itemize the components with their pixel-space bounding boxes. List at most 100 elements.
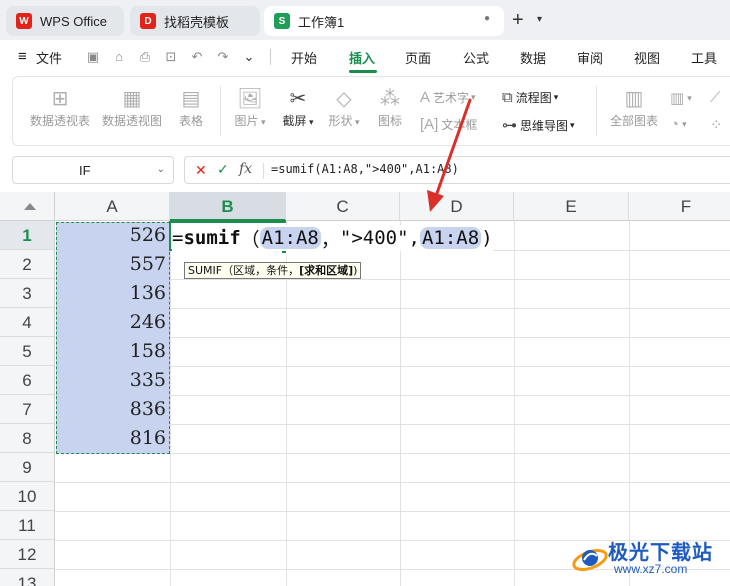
formula-divider <box>263 163 264 179</box>
pivot-chart-label: 数据透视图 <box>101 114 162 128</box>
column-header-f[interactable]: F <box>629 192 730 221</box>
shape-button[interactable]: ◇ 形状 ▾ <box>324 86 364 129</box>
chevron-down-icon: ▾ <box>687 92 692 103</box>
save-icon[interactable]: ▣ <box>84 48 102 66</box>
scatter-chart-icon: ⁘ <box>710 117 723 134</box>
pivot-table-button[interactable]: ⊞ 数据透视表 <box>28 86 92 129</box>
row-header[interactable]: 1 <box>0 221 55 250</box>
screenshot-button[interactable]: ✂ 截屏 ▾ <box>276 86 320 129</box>
pie-chart-icon: ◔ <box>670 116 680 133</box>
picture-icon: 🖼 <box>237 88 263 110</box>
share-icon[interactable]: ⌂ <box>110 48 128 66</box>
spreadsheet-grid[interactable]: A B C D E F 1 2 3 4 5 6 7 8 9 10 11 12 1… <box>0 192 730 586</box>
chevron-down-icon: ▾ <box>570 119 575 130</box>
chevron-down-icon[interactable]: ⌄ <box>240 48 258 66</box>
menu-divider <box>270 49 271 65</box>
insert-function-icon[interactable]: fx <box>239 161 252 177</box>
file-menu[interactable]: 文件 <box>36 48 62 67</box>
picture-button[interactable]: 🖼 图片 ▾ <box>230 86 270 129</box>
row-header[interactable]: 2 <box>0 250 55 279</box>
row-header[interactable]: 9 <box>0 453 55 482</box>
row-header[interactable]: 11 <box>0 511 55 540</box>
tab-wps-office[interactable]: W WPS Office <box>6 6 124 36</box>
grid-line <box>514 221 515 586</box>
cell-a8[interactable]: 816 <box>56 427 166 449</box>
print-preview-icon[interactable]: ⊡ <box>162 48 180 66</box>
pivot-chart-button[interactable]: ▦ 数据透视图 <box>100 86 164 129</box>
cell-a7[interactable]: 836 <box>56 398 166 420</box>
pie-chart-button[interactable]: ◔ ▾ <box>670 116 687 133</box>
tab-label: WPS Office <box>40 13 107 29</box>
chevron-down-icon: ▾ <box>258 117 266 127</box>
menu-tools[interactable]: 工具 <box>691 48 717 67</box>
hamburger-icon[interactable]: ≡ <box>18 48 27 65</box>
column-header-a[interactable]: A <box>55 192 170 221</box>
chevron-down-icon: ▾ <box>306 117 314 127</box>
row-header[interactable]: 7 <box>0 395 55 424</box>
formula-sum-range-ref: A1:A8 <box>419 227 482 249</box>
mindmap-label: 思维导图 <box>520 118 569 133</box>
chevron-down-icon[interactable]: ▾ <box>537 14 542 25</box>
row-header[interactable]: 8 <box>0 424 55 453</box>
row-header[interactable]: 6 <box>0 366 55 395</box>
flowchart-icon: ⧉ <box>502 89 513 106</box>
icon-button[interactable]: ⁂ 图标 <box>372 86 408 129</box>
row-header[interactable]: 5 <box>0 337 55 366</box>
all-charts-button[interactable]: ▥ 全部图表 <box>606 86 662 129</box>
menu-formula[interactable]: 公式 <box>463 48 489 67</box>
menu-view[interactable]: 视图 <box>634 48 660 67</box>
cancel-icon[interactable]: ✕ <box>195 162 207 179</box>
pivot-chart-icon: ▦ <box>122 88 142 110</box>
name-box[interactable]: IF ⌄ <box>12 156 174 184</box>
close-dot-icon[interactable]: ● <box>480 12 494 26</box>
icon-library-icon: ⁂ <box>380 88 400 110</box>
cell-a4[interactable]: 246 <box>56 311 166 333</box>
scissors-icon: ✂ <box>289 88 307 110</box>
watermark: 极光下载站 www.xz7.com <box>566 532 730 586</box>
column-chart-button[interactable]: ▥ ▾ <box>670 89 692 107</box>
cell-a5[interactable]: 158 <box>56 340 166 362</box>
column-header-b[interactable]: B <box>170 192 286 221</box>
chevron-down-icon: ▾ <box>553 92 559 102</box>
redo-icon[interactable]: ↷ <box>214 48 232 66</box>
menu-home[interactable]: 开始 <box>291 48 317 67</box>
all-charts-label: 全部图表 <box>609 114 658 128</box>
cell-a1[interactable]: 526 <box>56 224 166 246</box>
watermark-logo-icon <box>572 548 608 572</box>
print-icon[interactable]: ⎙ <box>136 48 154 66</box>
title-bar: W WPS Office D 找稻壳模板 S 工作簿1 ● + ▾ <box>0 0 730 40</box>
tab-workbook[interactable]: S 工作簿1 ● <box>264 6 504 36</box>
menu-review[interactable]: 审阅 <box>577 48 603 67</box>
menu-page[interactable]: 页面 <box>405 48 431 67</box>
confirm-check-icon[interactable]: ✓ <box>217 161 229 178</box>
chevron-down-icon: ▾ <box>352 117 360 127</box>
scatter-chart-button[interactable]: ⁘ <box>710 116 726 134</box>
chevron-down-icon[interactable]: ⌄ <box>157 164 165 175</box>
row-header[interactable]: 3 <box>0 279 55 308</box>
undo-icon[interactable]: ↶ <box>188 48 206 66</box>
in-cell-formula-editor[interactable]: = sumif （ A1:A8 ， ">400" , A1:A8 ) <box>172 225 493 251</box>
line-chart-button[interactable]: ⟋ <box>710 89 724 106</box>
row-header[interactable]: 12 <box>0 540 55 569</box>
tab-docer-templates[interactable]: D 找稻壳模板 <box>130 6 260 36</box>
row-header[interactable]: 13 <box>0 569 55 586</box>
select-all-corner[interactable] <box>0 192 55 221</box>
mindmap-button[interactable]: ⊶ 思维导图 ▾ <box>502 116 575 134</box>
row-header[interactable]: 10 <box>0 482 55 511</box>
row-header[interactable]: 4 <box>0 308 55 337</box>
cell-a2[interactable]: 557 <box>56 253 166 275</box>
table-button[interactable]: ▤ 表格 <box>172 86 210 129</box>
column-header-c[interactable]: C <box>286 192 400 221</box>
icon-label: 图标 <box>377 114 402 128</box>
menu-insert[interactable]: 插入 <box>349 48 375 67</box>
cell-a3[interactable]: 136 <box>56 282 166 304</box>
new-tab-plus-icon[interactable]: + <box>512 10 524 30</box>
column-header-e[interactable]: E <box>514 192 629 221</box>
menu-data[interactable]: 数据 <box>520 48 546 67</box>
formula-function-name: sumif <box>183 227 241 249</box>
column-chart-icon: ▥ <box>670 90 685 107</box>
cell-a6[interactable]: 335 <box>56 369 166 391</box>
mindmap-icon: ⊶ <box>502 117 517 134</box>
flowchart-button[interactable]: ⧉ 流程图 ▾ <box>502 89 558 106</box>
pivot-table-icon: ⊞ <box>51 88 69 110</box>
